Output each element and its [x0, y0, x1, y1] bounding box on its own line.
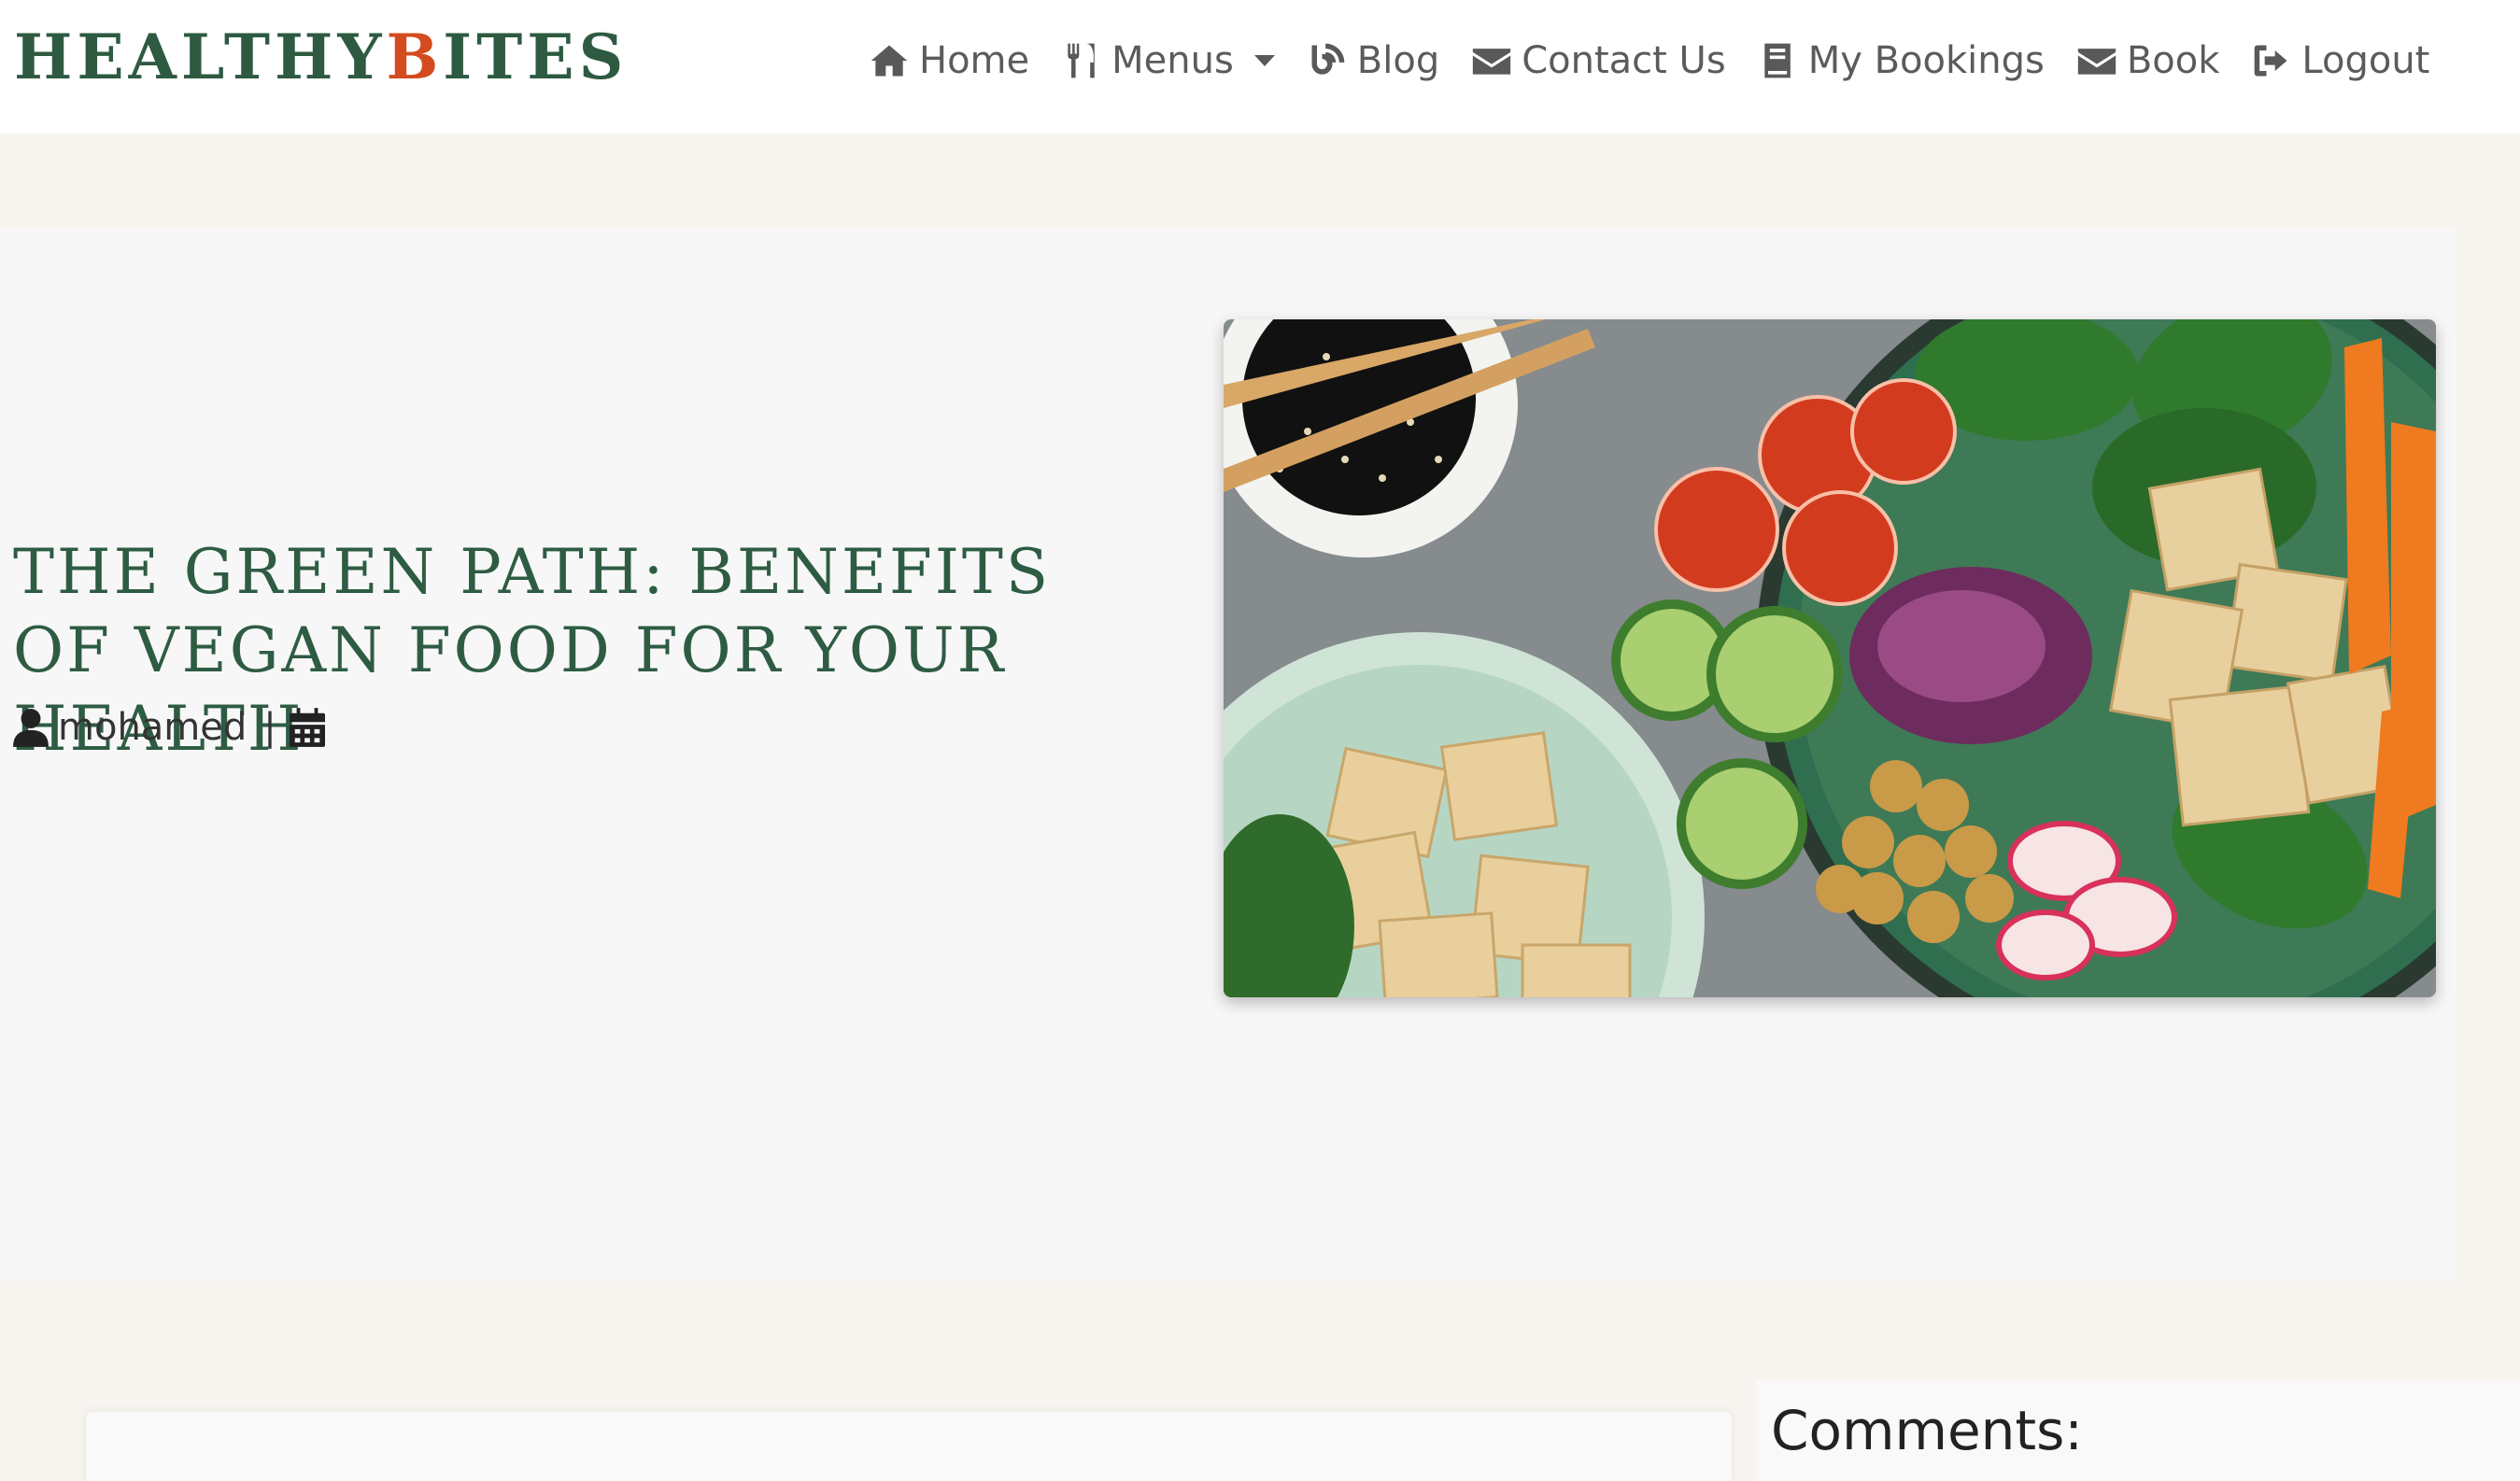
nav-contact-label: Contact Us: [1522, 39, 1726, 82]
calendar-icon: [289, 708, 325, 747]
nav-menus-dropdown[interactable]: Menus: [1061, 39, 1275, 82]
main-nav: Home Menus Blog Contact Us My Bookings B…: [869, 28, 2461, 93]
utensils-icon: [1068, 43, 1095, 78]
comments-section: Comments:: [1756, 1380, 2520, 1481]
nav-book[interactable]: Book: [2076, 39, 2220, 82]
nav-logout-label: Logout: [2301, 39, 2430, 82]
envelope-icon: [1473, 49, 1511, 75]
user-icon: [13, 709, 49, 747]
nav-logout[interactable]: Logout: [2251, 39, 2429, 82]
nav-blog[interactable]: Blog: [1307, 39, 1439, 82]
nav-book-label: Book: [2126, 39, 2220, 82]
home-icon: [871, 45, 908, 77]
navbar: HEALTHYBITES Home Menus Blog Contact Us …: [0, 0, 2520, 134]
nav-my-bookings[interactable]: My Bookings: [1758, 39, 2045, 82]
post-featured-image: [1224, 319, 2436, 997]
brand-logo[interactable]: HEALTHYBITES: [14, 21, 628, 93]
book-icon: [1764, 43, 1791, 78]
chevron-down-icon: [1253, 55, 1275, 66]
post-content-card: [86, 1412, 1732, 1481]
post-meta: mohamed |: [13, 706, 325, 749]
blog-icon: [1311, 43, 1345, 75]
post-author: mohamed: [58, 706, 248, 749]
envelope-icon: [2077, 49, 2117, 75]
nav-my-bookings-label: My Bookings: [1807, 39, 2045, 82]
nav-contact[interactable]: Contact Us: [1471, 39, 1726, 82]
nav-home-label: Home: [919, 39, 1030, 82]
nav-home[interactable]: Home: [869, 39, 1029, 82]
comments-heading: Comments:: [1771, 1399, 2083, 1462]
logout-icon: [2255, 45, 2287, 77]
post-hero: THE GREEN PATH: BENEFITS OF VEGAN FOOD F…: [0, 230, 2456, 1280]
nav-blog-label: Blog: [1356, 39, 1440, 82]
meta-separator: |: [263, 706, 276, 749]
nav-menus-label: Menus: [1111, 39, 1234, 82]
